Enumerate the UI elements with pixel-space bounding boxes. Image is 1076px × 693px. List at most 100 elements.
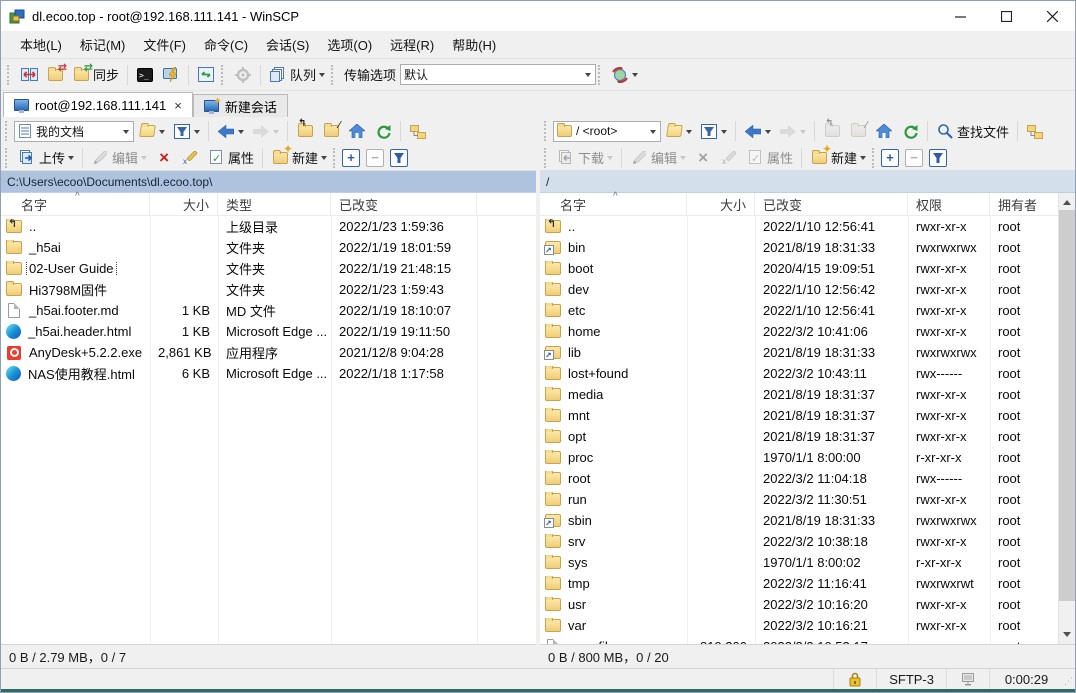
local-rename-button[interactable]: x xyxy=(177,147,203,169)
remote-properties-button[interactable]: ✓属性 xyxy=(742,146,797,169)
tab-session[interactable]: root@192.168.111.141 × xyxy=(3,92,193,117)
local-new-button[interactable]: ✦新建 xyxy=(267,146,331,169)
remote-filter-button[interactable] xyxy=(696,120,731,142)
file-row[interactable]: Hi3798M固件 文件夹 2022/1/23 1:59:43 xyxy=(1,279,536,300)
file-row[interactable]: opt 2021/8/19 18:31:37 rwxr-xr-x root xyxy=(540,426,1058,447)
local-home-button[interactable] xyxy=(344,120,370,142)
transfer-preset-combobox[interactable]: 默认 xyxy=(400,64,596,85)
local-delete-button[interactable]: × xyxy=(151,147,177,169)
remote-refresh-button[interactable] xyxy=(897,120,923,142)
local-forward-button[interactable] xyxy=(248,120,283,142)
protocol-cell[interactable]: SFTP-3 xyxy=(876,669,946,689)
local-select-button[interactable]: + xyxy=(342,149,360,167)
file-row[interactable]: _h5ai.footer.md 1 KB MD 文件 2022/1/19 18:… xyxy=(1,300,536,321)
tab-close-icon[interactable]: × xyxy=(174,98,182,113)
local-header-type[interactable]: 类型 xyxy=(218,193,331,215)
remote-location-combobox[interactable]: / <root> xyxy=(553,121,661,142)
local-parent-directory-button[interactable]: ↰ xyxy=(292,120,318,142)
file-row[interactable]: srv 2022/3/2 10:38:18 rwxr-xr-x root xyxy=(540,531,1058,552)
remote-new-button[interactable]: ✦新建 xyxy=(806,146,870,169)
scroll-up-icon[interactable] xyxy=(1059,193,1075,210)
refresh-panels-button[interactable] xyxy=(193,64,219,86)
menu-item[interactable]: 命令(C) xyxy=(195,31,257,58)
open-console-button[interactable] xyxy=(158,64,184,86)
local-edit-button[interactable]: 编辑 xyxy=(87,146,151,169)
remote-parent-directory-button[interactable]: ↰ xyxy=(819,120,845,142)
close-button[interactable] xyxy=(1029,1,1075,31)
file-row[interactable]: sys 1970/1/1 8:00:02 r-xr-xr-x root xyxy=(540,552,1058,573)
menu-item[interactable]: 标记(M) xyxy=(71,31,135,58)
file-row[interactable]: .. 上级目录 2022/1/23 1:59:36 xyxy=(1,216,536,237)
remote-header-owner[interactable]: 拥有者 xyxy=(990,193,1058,215)
file-row[interactable]: usr 2022/3/2 10:16:20 rwxr-xr-x root xyxy=(540,594,1058,615)
file-row[interactable]: _h5ai.header.html 1 KB Microsoft Edge ..… xyxy=(1,321,536,342)
remote-tree-toggle-button[interactable] xyxy=(1022,120,1048,142)
remote-header-rights[interactable]: 权限 xyxy=(908,193,990,215)
local-unselect-button[interactable]: − xyxy=(366,149,384,167)
remote-header-name[interactable]: 名字^ xyxy=(540,193,687,215)
encryption-cell[interactable] xyxy=(833,669,876,689)
remote-home-button[interactable] xyxy=(871,120,897,142)
file-row[interactable]: mnt 2021/8/19 18:31:37 rwxr-xr-x root xyxy=(540,405,1058,426)
find-files-button[interactable]: 查找文件 xyxy=(932,120,1013,143)
remote-path-bar[interactable]: / xyxy=(540,171,1075,193)
file-row[interactable]: dev 2022/1/10 12:56:42 rwxr-xr-x root xyxy=(540,279,1058,300)
local-select-filter-button[interactable] xyxy=(390,149,408,167)
download-button[interactable]: 下载 xyxy=(553,146,617,169)
local-refresh-button[interactable] xyxy=(370,120,396,142)
remote-select-button[interactable]: + xyxy=(881,149,899,167)
local-root-directory-button[interactable]: ∕ xyxy=(318,120,344,142)
local-open-directory-button[interactable] xyxy=(134,120,169,142)
local-tree-toggle-button[interactable] xyxy=(405,120,431,142)
remote-delete-button[interactable]: × xyxy=(690,147,716,169)
open-terminal-button[interactable]: >_ xyxy=(132,64,158,86)
local-filter-button[interactable] xyxy=(169,120,204,142)
menu-item[interactable]: 本地(L) xyxy=(11,31,71,58)
remote-scrollbar[interactable] xyxy=(1058,193,1075,644)
resize-grip[interactable]: ⋰ xyxy=(1063,669,1075,689)
preferences-button[interactable] xyxy=(230,64,256,86)
scroll-down-icon[interactable] xyxy=(1059,627,1075,644)
local-header-changed[interactable]: 已改变 xyxy=(331,193,477,215)
queue-button[interactable]: 队列 xyxy=(265,63,329,86)
local-path-bar[interactable]: C:\Users\ecoo\Documents\dl.ecoo.top\ xyxy=(1,171,536,193)
remote-back-button[interactable] xyxy=(740,120,775,142)
file-row[interactable]: run 2022/3/2 11:30:51 rwxr-xr-x root xyxy=(540,489,1058,510)
remote-edit-button[interactable]: 编辑 xyxy=(626,146,690,169)
file-row[interactable]: var 2022/3/2 10:16:21 rwxr-xr-x root xyxy=(540,615,1058,636)
local-back-button[interactable] xyxy=(213,120,248,142)
local-properties-button[interactable]: ✓属性 xyxy=(203,146,258,169)
synchronize-browsing-button[interactable] xyxy=(607,64,642,86)
file-row[interactable]: 02-User Guide 文件夹 2022/1/19 21:48:15 xyxy=(1,258,536,279)
scrollbar-thumb[interactable] xyxy=(1059,210,1075,601)
remote-select-filter-button[interactable] xyxy=(929,149,947,167)
remote-unselect-button[interactable]: − xyxy=(905,149,923,167)
file-row[interactable]: tmp 2022/3/2 11:16:41 rwxrwxrwt root xyxy=(540,573,1058,594)
menu-item[interactable]: 文件(F) xyxy=(134,31,195,58)
file-row[interactable]: AnyDesk+5.2.2.exe 2,861 KB 应用程序 2021/12/… xyxy=(1,342,536,363)
file-row[interactable]: home 2022/3/2 10:41:06 rwxr-xr-x root xyxy=(540,321,1058,342)
remote-header-size[interactable]: 大小 xyxy=(687,193,755,215)
compare-directories-button[interactable] xyxy=(16,64,42,86)
queue-dropdown-arrow[interactable] xyxy=(319,73,325,80)
connection-cell[interactable] xyxy=(946,669,989,689)
remote-rename-button[interactable]: x xyxy=(716,147,742,169)
file-row[interactable]: lib 2021/8/19 18:31:33 rwxrwxrwx root xyxy=(540,342,1058,363)
local-location-combobox[interactable]: 我的文档 xyxy=(14,121,134,142)
file-row[interactable]: _h5ai 文件夹 2022/1/19 18:01:59 xyxy=(1,237,536,258)
file-row[interactable]: sbin 2021/8/19 18:31:33 rwxrwxrwx root xyxy=(540,510,1058,531)
synchronize-button[interactable]: ⇄同步 xyxy=(68,63,123,86)
local-header-name[interactable]: 名字^ xyxy=(1,193,150,215)
remote-header-changed[interactable]: 已改变 xyxy=(755,193,908,215)
upload-button[interactable]: 上传 xyxy=(14,146,78,169)
local-header-size[interactable]: 大小 xyxy=(150,193,218,215)
file-row[interactable]: etc 2022/1/10 12:56:41 rwxr-xr-x root xyxy=(540,300,1058,321)
file-row[interactable]: .. 2022/1/10 12:56:41 rwxr-xr-x root xyxy=(540,216,1058,237)
minimize-button[interactable] xyxy=(937,1,983,31)
remote-forward-button[interactable] xyxy=(775,120,810,142)
remote-open-directory-button[interactable] xyxy=(661,120,696,142)
commit-changes-button[interactable]: ⇄ xyxy=(42,64,68,86)
file-row[interactable]: bin 2021/8/19 18:31:33 rwxrwxrwx root xyxy=(540,237,1058,258)
file-row[interactable]: NAS使用教程.html 6 KB Microsoft Edge ... 202… xyxy=(1,363,536,384)
file-row[interactable]: media 2021/8/19 18:31:37 rwxr-xr-x root xyxy=(540,384,1058,405)
